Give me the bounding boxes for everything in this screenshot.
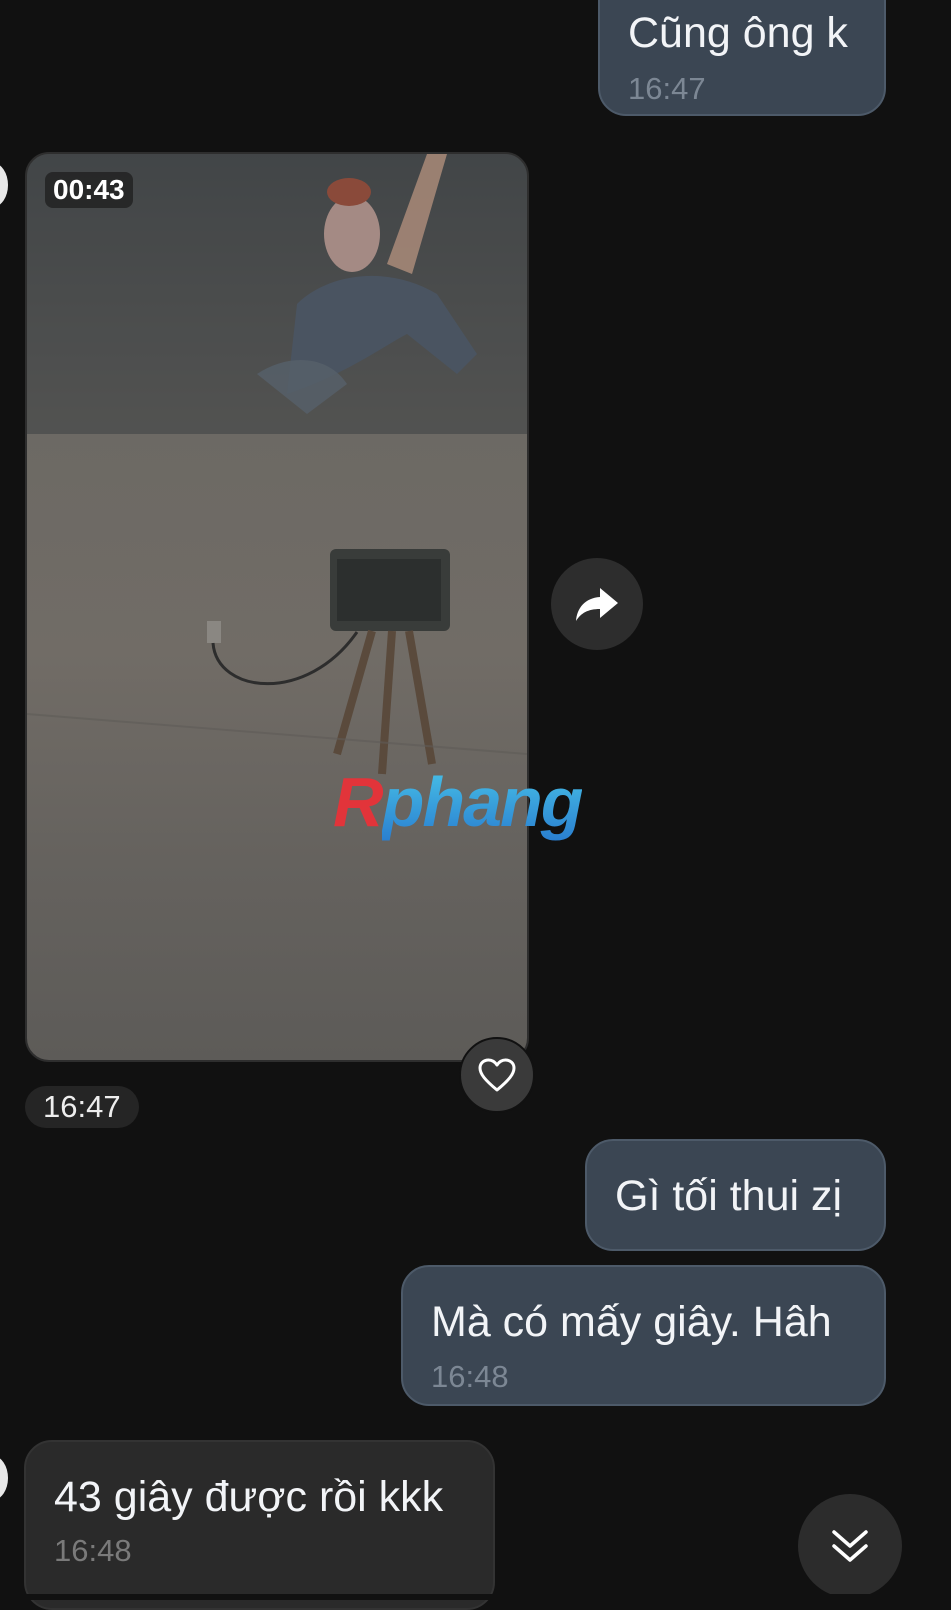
watermark-logo: Rphang <box>333 762 584 842</box>
video-frame-image <box>27 154 527 775</box>
forward-arrow-icon <box>576 588 618 621</box>
sender-avatar[interactable] <box>0 1456 8 1500</box>
message-text: Mà có mấy giây. Hâh <box>431 1298 832 1346</box>
watermark-letter: R <box>333 763 384 841</box>
sender-avatar[interactable] <box>0 163 8 207</box>
message-text: 43 giây được rồi kkk <box>54 1473 444 1521</box>
outgoing-message-bubble[interactable]: Mà có mấy giây. Hâh 16:48 <box>401 1265 886 1406</box>
outgoing-message-bubble[interactable]: Cũng ông k 16:47 <box>598 0 886 116</box>
video-message-time: 16:47 <box>25 1086 139 1128</box>
video-duration-badge: 00:43 <box>45 172 133 208</box>
outgoing-message-bubble[interactable]: Gì tối thui zị <box>585 1139 886 1251</box>
video-message-thumbnail[interactable]: 00:43 <box>25 152 529 1062</box>
forward-button[interactable] <box>551 558 643 650</box>
message-time: 16:47 <box>628 71 706 106</box>
bottom-edge <box>0 1594 951 1600</box>
watermark-text: phang <box>381 763 584 841</box>
incoming-message-bubble[interactable]: 43 giây được rồi kkk 16:48 <box>24 1440 495 1610</box>
double-chevron-down-icon <box>832 1530 868 1562</box>
message-time: 16:48 <box>431 1359 509 1394</box>
message-text: Cũng ông k <box>628 9 848 57</box>
scroll-to-bottom-button[interactable] <box>798 1494 902 1598</box>
heart-outline-icon <box>478 1058 516 1092</box>
react-heart-button[interactable] <box>459 1037 535 1113</box>
message-time: 16:48 <box>54 1533 132 1568</box>
message-text: Gì tối thui zị <box>615 1172 843 1220</box>
